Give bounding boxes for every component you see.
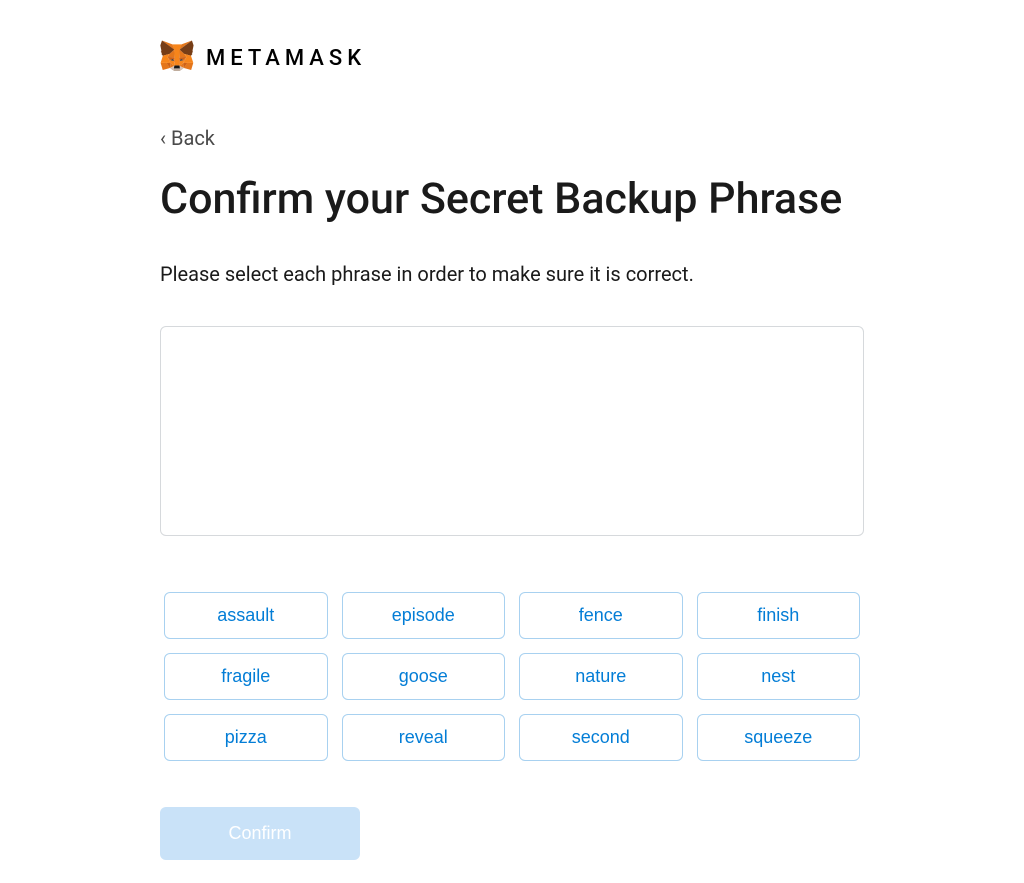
- app-header: METAMASK: [160, 40, 864, 76]
- word-chip[interactable]: episode: [342, 592, 506, 639]
- page-title: Confirm your Secret Backup Phrase: [160, 174, 864, 226]
- instruction-text: Please select each phrase in order to ma…: [160, 262, 864, 286]
- brand-name: METAMASK: [206, 46, 366, 71]
- metamask-fox-icon: [160, 40, 194, 76]
- word-chip[interactable]: fence: [519, 592, 683, 639]
- confirm-button[interactable]: Confirm: [160, 807, 360, 860]
- chevron-left-icon: ‹: [160, 126, 166, 150]
- word-chip[interactable]: nest: [697, 653, 861, 700]
- word-chip[interactable]: goose: [342, 653, 506, 700]
- back-label: Back: [171, 126, 215, 150]
- word-chip[interactable]: pizza: [164, 714, 328, 761]
- word-chip[interactable]: nature: [519, 653, 683, 700]
- word-grid: assault episode fence finish fragile goo…: [160, 592, 864, 761]
- word-chip[interactable]: assault: [164, 592, 328, 639]
- word-chip[interactable]: finish: [697, 592, 861, 639]
- word-chip[interactable]: squeeze: [697, 714, 861, 761]
- back-link[interactable]: ‹ Back: [160, 126, 215, 150]
- word-chip[interactable]: second: [519, 714, 683, 761]
- word-chip[interactable]: fragile: [164, 653, 328, 700]
- selected-phrase-box[interactable]: [160, 326, 864, 536]
- word-chip[interactable]: reveal: [342, 714, 506, 761]
